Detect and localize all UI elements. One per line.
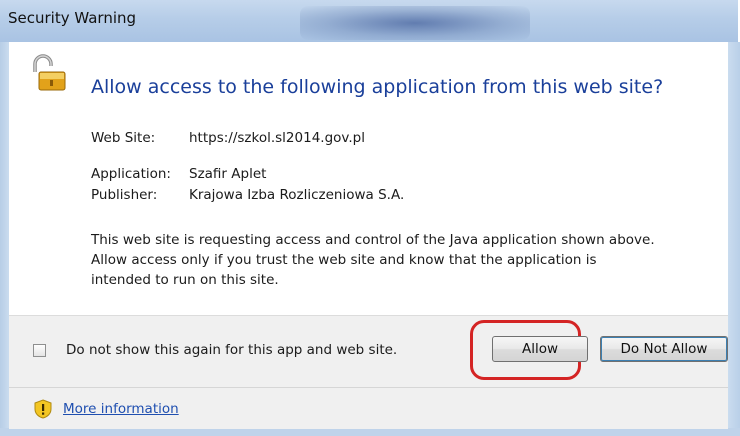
dont-show-again-checkbox[interactable] [33, 344, 46, 357]
application-value: Szafir Aplet [189, 166, 267, 182]
allow-button[interactable]: Allow [492, 336, 588, 362]
window-title: Security Warning [8, 9, 137, 27]
dont-show-again-label[interactable]: Do not show this again for this app and … [66, 342, 397, 358]
padlock-open-icon [27, 54, 67, 96]
website-label: Web Site: [91, 130, 156, 146]
more-information-link[interactable]: More information [63, 401, 179, 417]
warning-shield-icon [33, 399, 53, 423]
publisher-value: Krajowa Izba Rozliczeniowa S.A. [189, 187, 405, 203]
security-warning-dialog: Security Warning Allow access to the fol… [0, 0, 740, 436]
application-label: Application: [91, 166, 171, 182]
dialog-headline: Allow access to the following applicatio… [91, 76, 664, 98]
message-line: Allow access only if you trust the web s… [91, 252, 597, 268]
message-line: intended to run on this site. [91, 272, 279, 288]
title-bar[interactable]: Security Warning [0, 0, 738, 43]
footer-divider [9, 387, 728, 388]
dialog-content: Allow access to the following applicatio… [9, 42, 728, 315]
window-frame-right [728, 42, 740, 436]
title-bar-glow [300, 6, 530, 40]
do-not-allow-button[interactable]: Do Not Allow [600, 336, 728, 362]
website-value: https://szkol.sl2014.gov.pl [189, 130, 365, 146]
publisher-label: Publisher: [91, 187, 158, 203]
do-not-allow-label: Do Not Allow [620, 341, 708, 357]
window-frame-left [0, 42, 9, 436]
message-line: This web site is requesting access and c… [91, 232, 655, 248]
dialog-footer: Do not show this again for this app and … [9, 315, 728, 429]
window-frame-bottom [0, 428, 740, 436]
